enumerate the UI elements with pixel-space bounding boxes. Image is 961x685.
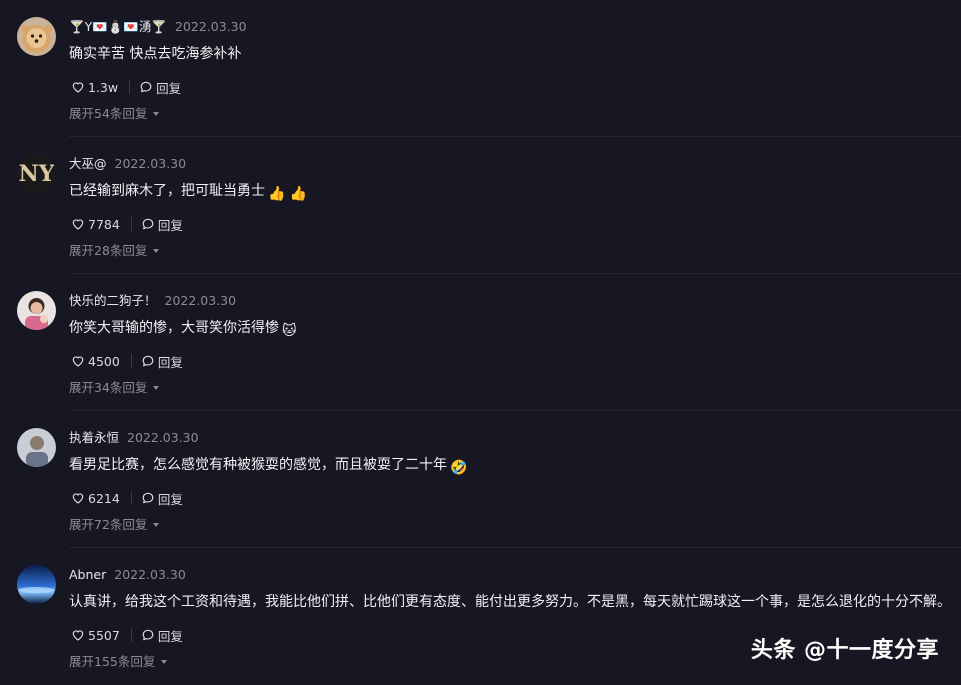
caret-down-icon bbox=[161, 660, 168, 664]
expand-replies-label: 展开34条回复 bbox=[69, 380, 148, 395]
comment-text-body: 你笑大哥输的惨，大哥笑你活得惨 bbox=[69, 320, 279, 336]
cat-face-emoji: 🐱 bbox=[282, 323, 297, 339]
like-count: 1.3w bbox=[88, 79, 119, 95]
user-avatar[interactable] bbox=[17, 17, 56, 56]
comment-item: 🍸Y💌⛄💌湧🍸 2022.03.30 确实辛苦 快点去吃海参补补 1.3w 回复 … bbox=[0, 0, 961, 137]
expand-replies-button[interactable]: 展开28条回复 bbox=[69, 243, 160, 259]
comment-date: 2022.03.30 bbox=[174, 19, 247, 34]
reply-button[interactable]: 回复 bbox=[139, 78, 181, 97]
username[interactable]: 🍸Y💌⛄💌湧🍸 bbox=[69, 19, 167, 34]
action-divider bbox=[130, 217, 132, 231]
chat-bubble-icon bbox=[142, 218, 154, 230]
like-button[interactable]: 6214 bbox=[71, 491, 120, 506]
comment-list-page: 🍸Y💌⛄💌湧🍸 2022.03.30 确实辛苦 快点去吃海参补补 1.3w 回复 … bbox=[0, 0, 961, 685]
reply-label: 回复 bbox=[156, 80, 182, 96]
heart-icon bbox=[72, 493, 84, 504]
comment-actions: 7784 回复 bbox=[71, 215, 183, 233]
reply-label: 回复 bbox=[157, 628, 183, 644]
reply-label: 回复 bbox=[157, 491, 183, 507]
like-button[interactable]: 4500 bbox=[71, 354, 120, 369]
expand-replies-label: 展开28条回复 bbox=[69, 243, 148, 258]
comment-actions: 1.3w 回复 bbox=[71, 78, 181, 96]
reply-label: 回复 bbox=[157, 354, 183, 370]
comment-text-body: 看男足比赛，怎么感觉有种被猴耍的感觉，而且被耍了二十年 bbox=[69, 457, 447, 473]
comment-text: 确实辛苦 快点去吃海参补补 bbox=[69, 44, 241, 64]
username[interactable]: 快乐的二狗子！ bbox=[69, 293, 157, 308]
comment-date: 2022.03.30 bbox=[164, 293, 237, 308]
reply-button[interactable]: 回复 bbox=[141, 352, 183, 371]
like-count: 6214 bbox=[88, 490, 120, 506]
username[interactable]: 执着永恒 bbox=[69, 430, 119, 445]
comment-item: NY 大巫@ 2022.03.30 已经输到麻木了，把可耻当勇士 👍 👍 7784 … bbox=[0, 137, 961, 274]
comment-meta: 快乐的二狗子！ 2022.03.30 bbox=[69, 293, 236, 309]
heart-icon bbox=[72, 356, 84, 367]
action-divider bbox=[130, 491, 132, 505]
comment-text: 看男足比赛，怎么感觉有种被猴耍的感觉，而且被耍了二十年 🤣 bbox=[69, 455, 467, 478]
thumbs-up-emoji: 👍 👍 bbox=[268, 186, 308, 202]
caret-down-icon bbox=[153, 386, 160, 390]
comment-meta: Abner 2022.03.30 bbox=[69, 567, 186, 583]
action-divider bbox=[130, 628, 132, 642]
expand-replies-label: 展开72条回复 bbox=[69, 517, 148, 532]
heart-icon bbox=[72, 630, 84, 641]
caret-down-icon bbox=[153, 523, 160, 527]
comment-meta: 执着永恒 2022.03.30 bbox=[69, 430, 199, 446]
caret-down-icon bbox=[153, 112, 160, 116]
reply-button[interactable]: 回复 bbox=[141, 215, 183, 234]
action-divider bbox=[130, 354, 132, 368]
chat-bubble-icon bbox=[142, 355, 154, 367]
username[interactable]: 大巫@ bbox=[69, 156, 107, 171]
comment-text-body: 已经输到麻木了，把可耻当勇士 bbox=[69, 183, 265, 199]
comment-meta: 🍸Y💌⛄💌湧🍸 2022.03.30 bbox=[69, 19, 247, 35]
like-count: 7784 bbox=[88, 216, 120, 232]
user-avatar[interactable] bbox=[17, 565, 56, 604]
chat-bubble-icon bbox=[140, 81, 152, 93]
chat-bubble-icon bbox=[142, 629, 154, 641]
like-count: 5507 bbox=[88, 627, 120, 643]
username[interactable]: Abner bbox=[69, 567, 106, 582]
like-button[interactable]: 7784 bbox=[71, 217, 120, 232]
like-button[interactable]: 1.3w bbox=[71, 80, 118, 95]
comment-date: 2022.03.30 bbox=[114, 567, 186, 582]
expand-replies-button[interactable]: 展开155条回复 bbox=[69, 654, 168, 670]
comment-text: 你笑大哥输的惨，大哥笑你活得惨 🐱 bbox=[69, 318, 297, 341]
comment-meta: 大巫@ 2022.03.30 bbox=[69, 156, 186, 172]
comment-text: 认真讲，给我这个工资和待遇，我能比他们拼、比他们更有态度、能付出更多努力。不是黑… bbox=[69, 592, 951, 612]
expand-replies-button[interactable]: 展开72条回复 bbox=[69, 517, 160, 533]
svg-text:NY: NY bbox=[19, 161, 55, 187]
comment-actions: 4500 回复 bbox=[71, 352, 183, 370]
reply-button[interactable]: 回复 bbox=[141, 626, 183, 645]
action-divider bbox=[129, 80, 131, 94]
expand-replies-label: 展开155条回复 bbox=[69, 654, 156, 669]
comment-item: 执着永恒 2022.03.30 看男足比赛，怎么感觉有种被猴耍的感觉，而且被耍了二… bbox=[0, 411, 961, 548]
expand-replies-label: 展开54条回复 bbox=[69, 106, 148, 121]
comment-text: 已经输到麻木了，把可耻当勇士 👍 👍 bbox=[69, 181, 307, 204]
user-avatar[interactable] bbox=[17, 291, 56, 330]
comment-text-body: 认真讲，给我这个工资和待遇，我能比他们拼、比他们更有态度、能付出更多努力。不是黑… bbox=[69, 594, 951, 610]
like-button[interactable]: 5507 bbox=[71, 628, 120, 643]
heart-icon bbox=[72, 219, 84, 230]
user-avatar[interactable]: NY bbox=[17, 154, 56, 193]
comment-actions: 5507 回复 bbox=[71, 626, 183, 644]
like-count: 4500 bbox=[88, 353, 120, 369]
reply-label: 回复 bbox=[157, 217, 183, 233]
caret-down-icon bbox=[153, 249, 160, 253]
heart-icon bbox=[72, 82, 84, 93]
rolling-laugh-emoji: 🤣 bbox=[450, 460, 468, 476]
reply-button[interactable]: 回复 bbox=[141, 489, 183, 508]
comment-date: 2022.03.30 bbox=[114, 156, 187, 171]
expand-replies-button[interactable]: 展开54条回复 bbox=[69, 106, 160, 122]
comment-date: 2022.03.30 bbox=[127, 430, 199, 445]
comment-text-body: 确实辛苦 快点去吃海参补补 bbox=[69, 46, 242, 62]
comment-item: 快乐的二狗子！ 2022.03.30 你笑大哥输的惨，大哥笑你活得惨 🐱 4500 … bbox=[0, 274, 961, 411]
chat-bubble-icon bbox=[142, 492, 154, 504]
user-avatar[interactable] bbox=[17, 428, 56, 467]
expand-replies-button[interactable]: 展开34条回复 bbox=[69, 380, 160, 396]
watermark: 头条 @十一度分享 bbox=[750, 638, 939, 663]
comment-actions: 6214 回复 bbox=[71, 489, 183, 507]
